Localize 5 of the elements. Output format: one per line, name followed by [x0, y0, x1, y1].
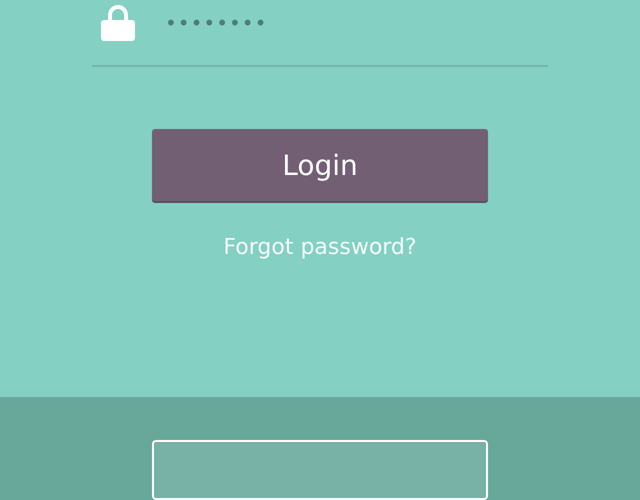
login-button[interactable]: Login	[152, 129, 488, 201]
password-field[interactable]: ••••••••	[165, 10, 365, 34]
secondary-button[interactable]	[152, 440, 488, 500]
lock-icon	[101, 4, 135, 40]
forgot-password-link[interactable]: Forgot password?	[223, 235, 417, 260]
